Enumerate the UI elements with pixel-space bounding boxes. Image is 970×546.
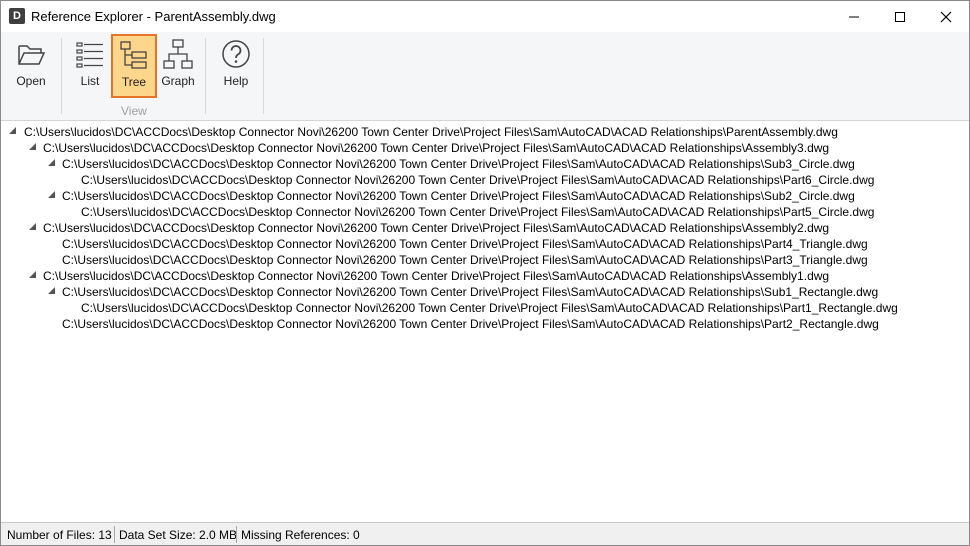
maximize-button[interactable]	[877, 1, 923, 32]
tree-node[interactable]: C:\Users\lucidos\DC\ACCDocs\Desktop Conn…	[62, 284, 878, 300]
tree-view-button[interactable]: Tree	[111, 34, 157, 98]
tree-icon	[120, 41, 147, 69]
reference-explorer-window: D Reference Explorer - ParentAssembly.dw…	[0, 0, 970, 546]
ribbon-separator	[205, 38, 206, 114]
status-separator	[114, 526, 115, 543]
graph-label: Graph	[161, 74, 195, 88]
close-button[interactable]	[923, 1, 969, 32]
tree-node[interactable]: C:\Users\lucidos\DC\ACCDocs\Desktop Conn…	[81, 204, 874, 220]
minimize-icon	[849, 16, 859, 17]
tree-node[interactable]: C:\Users\lucidos\DC\ACCDocs\Desktop Conn…	[43, 220, 829, 236]
app-icon: D	[9, 8, 25, 24]
tree-expander-icon[interactable]	[48, 191, 55, 198]
tree-expander-icon[interactable]	[48, 287, 55, 294]
tree-node[interactable]: C:\Users\lucidos\DC\ACCDocs\Desktop Conn…	[62, 236, 868, 252]
list-view-button[interactable]: List	[69, 35, 111, 91]
file-count-status: Number of Files: 13	[7, 528, 112, 542]
tree-node[interactable]: C:\Users\lucidos\DC\ACCDocs\Desktop Conn…	[62, 188, 855, 204]
status-bar: Number of Files: 13 Data Set Size: 2.0 M…	[1, 522, 969, 545]
tree-expander-icon[interactable]	[9, 127, 16, 134]
help-icon	[222, 40, 250, 68]
ribbon-separator	[263, 38, 264, 114]
tree-node[interactable]: C:\Users\lucidos\DC\ACCDocs\Desktop Conn…	[62, 316, 879, 332]
tree-expander-icon[interactable]	[48, 159, 55, 166]
tree-label: Tree	[121, 75, 147, 89]
reference-tree[interactable]: C:\Users\lucidos\DC\ACCDocs\Desktop Conn…	[1, 121, 969, 521]
open-label: Open	[16, 74, 46, 88]
open-button[interactable]: Open	[9, 35, 53, 91]
status-separator	[236, 526, 237, 543]
maximize-icon	[895, 11, 905, 22]
list-icon	[76, 42, 103, 68]
missing-references-status: Missing References: 0	[241, 528, 360, 542]
tree-node[interactable]: C:\Users\lucidos\DC\ACCDocs\Desktop Conn…	[24, 124, 838, 140]
tree-node[interactable]: C:\Users\lucidos\DC\ACCDocs\Desktop Conn…	[62, 156, 855, 172]
tree-node[interactable]: C:\Users\lucidos\DC\ACCDocs\Desktop Conn…	[43, 140, 829, 156]
tree-expander-icon[interactable]	[29, 143, 36, 150]
help-label: Help	[223, 74, 249, 88]
data-set-size-status: Data Set Size: 2.0 MB	[119, 528, 238, 542]
tree-node[interactable]: C:\Users\lucidos\DC\ACCDocs\Desktop Conn…	[81, 300, 898, 316]
tree-node[interactable]: C:\Users\lucidos\DC\ACCDocs\Desktop Conn…	[81, 172, 874, 188]
ribbon-toolbar: Open List Tree Graph View Help	[1, 32, 969, 121]
list-label: List	[80, 74, 100, 88]
tree-expander-icon[interactable]	[29, 271, 36, 278]
graph-icon	[163, 39, 193, 69]
title-bar: D Reference Explorer - ParentAssembly.dw…	[1, 1, 969, 32]
tree-node[interactable]: C:\Users\lucidos\DC\ACCDocs\Desktop Conn…	[62, 252, 868, 268]
minimize-button[interactable]	[831, 1, 877, 32]
help-button[interactable]: Help	[215, 35, 257, 91]
tree-expander-icon[interactable]	[29, 223, 36, 230]
ribbon-separator	[61, 38, 62, 114]
tree-node[interactable]: C:\Users\lucidos\DC\ACCDocs\Desktop Conn…	[43, 268, 829, 284]
window-title: Reference Explorer - ParentAssembly.dwg	[31, 9, 276, 24]
folder-open-icon	[18, 45, 46, 65]
view-group-label: View	[121, 104, 147, 118]
graph-view-button[interactable]: Graph	[158, 35, 198, 91]
close-icon	[940, 11, 952, 22]
